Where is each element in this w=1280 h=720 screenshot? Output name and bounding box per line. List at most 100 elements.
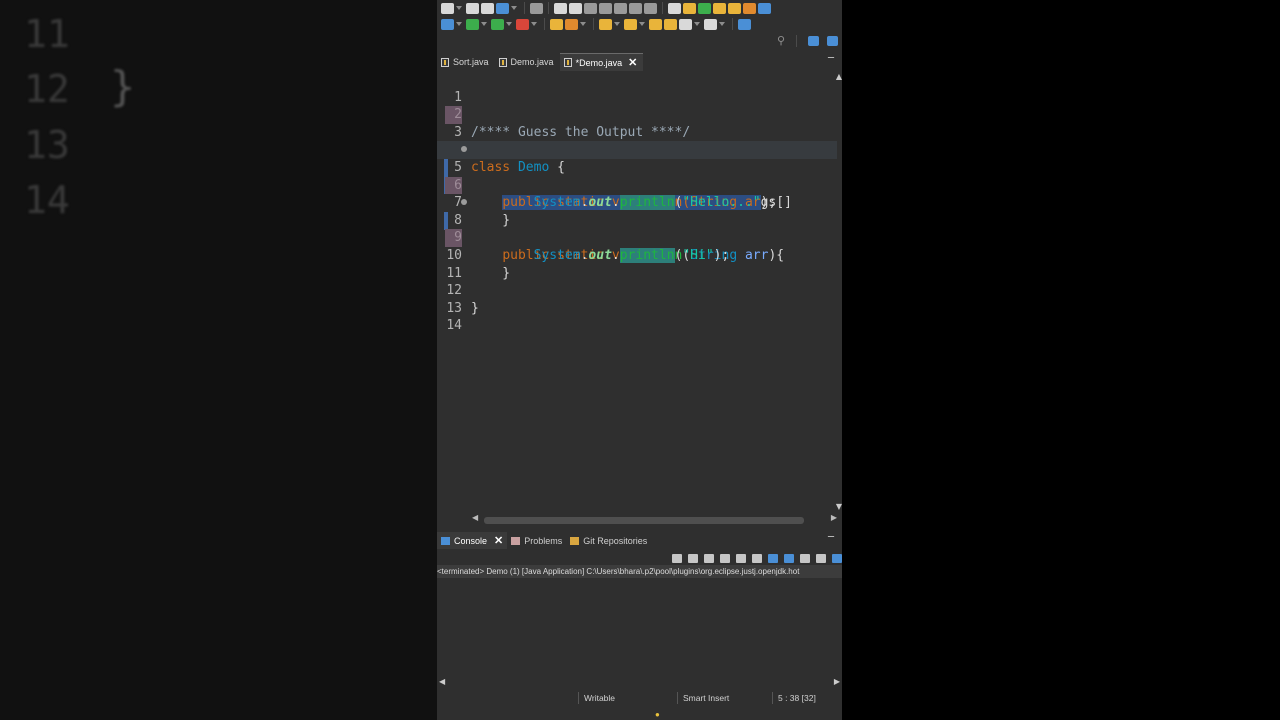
close-icon[interactable]: ✕ [628, 56, 637, 69]
search-tool-icon[interactable] [565, 18, 578, 30]
open-perspective-icon[interactable] [808, 35, 819, 46]
open-resource-icon[interactable] [728, 2, 741, 14]
pen-icon[interactable] [713, 2, 726, 14]
scroll-lock-icon[interactable] [736, 553, 746, 563]
terminal-icon[interactable] [496, 2, 509, 14]
code-line: 14 [437, 300, 837, 333]
step-into-icon[interactable] [614, 2, 627, 14]
console-output[interactable] [437, 578, 842, 676]
fold-marker-icon[interactable] [461, 199, 467, 206]
status-insert-mode[interactable]: Smart Insert [677, 692, 729, 704]
word-wrap-icon[interactable] [752, 553, 762, 563]
tab-sort-java[interactable]: Sort.java [437, 53, 495, 71]
step-over-icon[interactable] [629, 2, 642, 14]
scroll-right-icon[interactable]: ▶ [831, 513, 837, 522]
dropdown-arrow-icon[interactable] [481, 22, 487, 26]
editor-horizontal-scrollbar[interactable]: ◀ ▶ [472, 513, 837, 525]
tab-label: Sort.java [453, 57, 489, 67]
show-on-output-icon[interactable] [768, 553, 778, 563]
terminate-icon[interactable] [584, 2, 597, 14]
bg-line-number: 12 [24, 67, 70, 111]
dropdown-arrow-icon[interactable] [719, 22, 725, 26]
new-file-icon[interactable] [441, 2, 454, 14]
paragraph-icon[interactable] [758, 2, 771, 14]
editor-tab-bar: Sort.java Demo.java *Demo.java ✕ [437, 53, 842, 71]
run-icon[interactable] [466, 18, 479, 30]
step-return-icon[interactable] [644, 2, 657, 14]
dropdown-arrow-icon[interactable] [580, 22, 586, 26]
skip-breakpoints-icon[interactable] [530, 2, 543, 14]
git-icon[interactable] [698, 2, 711, 14]
bottom-panel-tab-bar: Console ✕ Problems Git Repositories [437, 532, 842, 549]
coverage-icon[interactable] [491, 18, 504, 30]
minimize-icon[interactable]: ─ [828, 532, 834, 543]
fold-marker-icon[interactable] [461, 146, 467, 153]
save-icon[interactable] [466, 2, 479, 14]
new-console-icon[interactable] [832, 553, 842, 563]
pin-editor-icon[interactable] [738, 18, 751, 30]
scroll-right-icon[interactable]: ▶ [834, 677, 840, 686]
console-process-label: <terminated> Demo (1) [Java Application]… [437, 565, 842, 578]
scroll-left-icon[interactable]: ◀ [439, 677, 445, 686]
tab-demo-java[interactable]: Demo.java [495, 53, 560, 71]
minimize-icon[interactable]: ─ [828, 53, 834, 64]
scroll-left-icon[interactable]: ◀ [472, 513, 478, 522]
close-icon[interactable]: ✕ [494, 534, 503, 547]
java-file-icon [498, 57, 507, 67]
console-horizontal-scrollbar[interactable]: ◀ ▶ [437, 676, 842, 688]
console-icon [441, 536, 450, 545]
dropdown-arrow-icon[interactable] [456, 6, 462, 10]
java-perspective-icon[interactable] [827, 35, 838, 46]
back-icon[interactable] [679, 18, 692, 30]
tab-demo-java-dirty[interactable]: *Demo.java ✕ [559, 53, 644, 71]
code-line: 6 System.out.println("Hello..."); [437, 159, 837, 211]
scrollbar-thumb[interactable] [484, 517, 804, 524]
lightbulb-icon[interactable]: ● [655, 710, 660, 719]
prev-edit-icon[interactable] [624, 18, 637, 30]
disconnect-icon[interactable] [599, 2, 612, 14]
tab-console[interactable]: Console ✕ [437, 532, 508, 549]
code-line: 8 public static void main(String arr){ [437, 194, 837, 263]
tab-git-repositories[interactable]: Git Repositories [566, 532, 651, 549]
forward-history-icon[interactable] [664, 18, 677, 30]
open-type-icon[interactable] [550, 18, 563, 30]
show-on-error-icon[interactable] [784, 553, 794, 563]
dropdown-arrow-icon[interactable] [531, 22, 537, 26]
block-selection-icon[interactable] [743, 2, 756, 14]
code-line: 10 } [437, 229, 837, 281]
code-line: 3 [437, 106, 837, 140]
background-zoomed-code: 11 12 } 13 14 [0, 0, 437, 720]
dropdown-arrow-icon[interactable] [614, 22, 620, 26]
dropdown-arrow-icon[interactable] [694, 22, 700, 26]
toggle-mark-occurrences-icon[interactable] [668, 2, 681, 14]
last-edit-icon[interactable] [649, 18, 662, 30]
toolbar-separator [548, 2, 549, 14]
resume-icon[interactable] [554, 2, 567, 14]
perspective-bar: ⚲ [777, 34, 838, 47]
dropdown-arrow-icon[interactable] [639, 22, 645, 26]
external-tools-icon[interactable] [516, 18, 529, 30]
remove-launch-icon[interactable] [688, 553, 698, 563]
scroll-down-icon[interactable]: ▼ [836, 502, 842, 511]
next-edit-icon[interactable] [599, 18, 612, 30]
save-all-icon[interactable] [481, 2, 494, 14]
code-line: 12 } [437, 265, 837, 316]
terminate-icon[interactable] [672, 553, 682, 563]
dropdown-arrow-icon[interactable] [511, 6, 517, 10]
remove-all-icon[interactable] [704, 553, 714, 563]
status-cursor-position[interactable]: 5 : 38 [32] [772, 692, 816, 704]
search-icon[interactable]: ⚲ [777, 34, 785, 47]
main-toolbar-row-2 [437, 16, 842, 32]
next-annotation-icon[interactable] [683, 2, 696, 14]
suspend-icon[interactable] [569, 2, 582, 14]
pin-console-icon[interactable] [800, 553, 810, 563]
scroll-up-icon[interactable]: ▲ [836, 72, 842, 81]
display-console-icon[interactable] [816, 553, 826, 563]
debug-icon[interactable] [441, 18, 454, 30]
tab-problems[interactable]: Problems [507, 532, 566, 549]
dropdown-arrow-icon[interactable] [456, 22, 462, 26]
code-editor[interactable]: 1 2 /**** Guess the Output ****/ 3 4 cla… [437, 71, 842, 514]
forward-icon[interactable] [704, 18, 717, 30]
dropdown-arrow-icon[interactable] [506, 22, 512, 26]
clear-console-icon[interactable] [720, 553, 730, 563]
